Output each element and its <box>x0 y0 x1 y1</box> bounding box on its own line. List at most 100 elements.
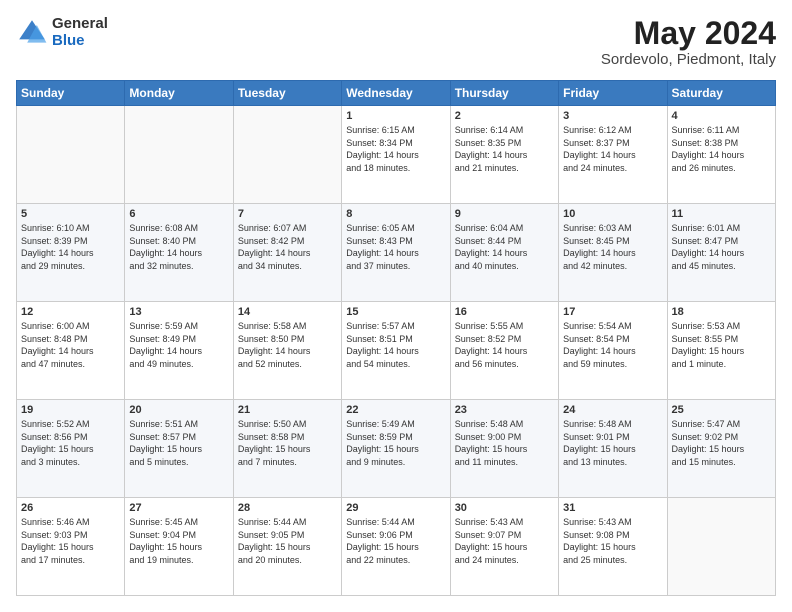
table-row: 9 Sunrise: 6:04 AM Sunset: 8:44 PM Daylig… <box>450 204 558 302</box>
day-number: 19 <box>21 404 120 416</box>
logo-blue-text: Blue <box>52 33 108 50</box>
table-row <box>17 106 125 204</box>
header-sunday: Sunday <box>17 81 125 106</box>
table-row: 24 Sunrise: 5:48 AM Sunset: 9:01 PM Dayli… <box>559 400 667 498</box>
header-thursday: Thursday <box>450 81 558 106</box>
day-info: Sunrise: 5:44 AM Sunset: 9:05 PM Dayligh… <box>238 516 337 566</box>
location: Sordevolo, Piedmont, Italy <box>601 51 776 68</box>
table-row <box>233 106 341 204</box>
day-info: Sunrise: 6:05 AM Sunset: 8:43 PM Dayligh… <box>346 222 445 272</box>
table-row: 23Sunrise: 5:48 AM Sunset: 9:00 PM Dayli… <box>450 400 558 498</box>
day-info: Sunrise: 6:08 AM Sunset: 8:40 PM Dayligh… <box>129 222 228 272</box>
table-row <box>125 106 233 204</box>
calendar-week-row: 19 Sunrise: 5:52 AM Sunset: 8:56 PM Dayli… <box>17 400 776 498</box>
table-row: 4Sunrise: 6:11 AM Sunset: 8:38 PM Daylig… <box>667 106 775 204</box>
day-info: Sunrise: 5:58 AM Sunset: 8:50 PM Dayligh… <box>238 320 337 370</box>
day-info: Sunrise: 6:01 AM Sunset: 8:47 PM Dayligh… <box>672 222 771 272</box>
table-row: 13 Sunrise: 5:59 AM Sunset: 8:49 PM Dayli… <box>125 302 233 400</box>
day-info: Sunrise: 5:43 AM Sunset: 9:07 PM Dayligh… <box>455 516 554 566</box>
day-info: Sunrise: 5:51 AM Sunset: 8:57 PM Dayligh… <box>129 418 228 468</box>
calendar-week-row: 1 Sunrise: 6:15 AM Sunset: 8:34 PM Daylig… <box>17 106 776 204</box>
header: General Blue May 2024 Sordevolo, Piedmon… <box>16 16 776 68</box>
table-row: 30 Sunrise: 5:43 AM Sunset: 9:07 PM Dayli… <box>450 498 558 596</box>
table-row: 19 Sunrise: 5:52 AM Sunset: 8:56 PM Dayli… <box>17 400 125 498</box>
day-number: 25 <box>672 404 771 416</box>
day-number: 22 <box>346 404 445 416</box>
day-info: Sunrise: 5:59 AM Sunset: 8:49 PM Dayligh… <box>129 320 228 370</box>
table-row: 15Sunrise: 5:57 AM Sunset: 8:51 PM Dayli… <box>342 302 450 400</box>
header-tuesday: Tuesday <box>233 81 341 106</box>
day-number: 13 <box>129 306 228 318</box>
table-row: 26 Sunrise: 5:46 AM Sunset: 9:03 PM Dayli… <box>17 498 125 596</box>
day-info: Sunrise: 5:46 AM Sunset: 9:03 PM Dayligh… <box>21 516 120 566</box>
calendar-week-row: 5 Sunrise: 6:10 AM Sunset: 8:39 PM Daylig… <box>17 204 776 302</box>
day-number: 14 <box>238 306 337 318</box>
table-row: 17 Sunrise: 5:54 AM Sunset: 8:54 PM Dayli… <box>559 302 667 400</box>
day-number: 6 <box>129 208 228 220</box>
day-info: Sunrise: 6:00 AM Sunset: 8:48 PM Dayligh… <box>21 320 120 370</box>
day-info: Sunrise: 6:07 AM Sunset: 8:42 PM Dayligh… <box>238 222 337 272</box>
day-info: Sunrise: 5:49 AM Sunset: 8:59 PM Dayligh… <box>346 418 445 468</box>
table-row: 1 Sunrise: 6:15 AM Sunset: 8:34 PM Daylig… <box>342 106 450 204</box>
table-row: 28 Sunrise: 5:44 AM Sunset: 9:05 PM Dayli… <box>233 498 341 596</box>
day-info: Sunrise: 5:52 AM Sunset: 8:56 PM Dayligh… <box>21 418 120 468</box>
day-number: 15 <box>346 306 445 318</box>
day-info: Sunrise: 5:44 AM Sunset: 9:06 PM Dayligh… <box>346 516 445 566</box>
day-info: Sunrise: 6:04 AM Sunset: 8:44 PM Dayligh… <box>455 222 554 272</box>
table-row: 22 Sunrise: 5:49 AM Sunset: 8:59 PM Dayli… <box>342 400 450 498</box>
day-number: 26 <box>21 502 120 514</box>
table-row: 27 Sunrise: 5:45 AM Sunset: 9:04 PM Dayli… <box>125 498 233 596</box>
day-number: 7 <box>238 208 337 220</box>
day-number: 11 <box>672 208 771 220</box>
table-row: 10 Sunrise: 6:03 AM Sunset: 8:45 PM Dayli… <box>559 204 667 302</box>
logo-text: General Blue <box>52 16 108 49</box>
day-info: Sunrise: 6:03 AM Sunset: 8:45 PM Dayligh… <box>563 222 662 272</box>
day-info: Sunrise: 5:50 AM Sunset: 8:58 PM Dayligh… <box>238 418 337 468</box>
day-info: Sunrise: 5:54 AM Sunset: 8:54 PM Dayligh… <box>563 320 662 370</box>
day-number: 30 <box>455 502 554 514</box>
day-number: 2 <box>455 110 554 122</box>
day-number: 18 <box>672 306 771 318</box>
day-number: 17 <box>563 306 662 318</box>
table-row: 21 Sunrise: 5:50 AM Sunset: 8:58 PM Dayli… <box>233 400 341 498</box>
day-number: 24 <box>563 404 662 416</box>
table-row: 5 Sunrise: 6:10 AM Sunset: 8:39 PM Daylig… <box>17 204 125 302</box>
table-row: 18Sunrise: 5:53 AM Sunset: 8:55 PM Dayli… <box>667 302 775 400</box>
logo: General Blue <box>16 16 108 49</box>
day-number: 21 <box>238 404 337 416</box>
calendar-week-row: 12Sunrise: 6:00 AM Sunset: 8:48 PM Dayli… <box>17 302 776 400</box>
header-friday: Friday <box>559 81 667 106</box>
day-number: 5 <box>21 208 120 220</box>
day-number: 9 <box>455 208 554 220</box>
day-info: Sunrise: 5:45 AM Sunset: 9:04 PM Dayligh… <box>129 516 228 566</box>
calendar-table: Sunday Monday Tuesday Wednesday Thursday… <box>16 80 776 596</box>
day-number: 27 <box>129 502 228 514</box>
table-row: 7 Sunrise: 6:07 AM Sunset: 8:42 PM Daylig… <box>233 204 341 302</box>
day-number: 20 <box>129 404 228 416</box>
day-info: Sunrise: 5:47 AM Sunset: 9:02 PM Dayligh… <box>672 418 771 468</box>
day-info: Sunrise: 6:10 AM Sunset: 8:39 PM Dayligh… <box>21 222 120 272</box>
day-info: Sunrise: 6:14 AM Sunset: 8:35 PM Dayligh… <box>455 124 554 174</box>
table-row: 6 Sunrise: 6:08 AM Sunset: 8:40 PM Daylig… <box>125 204 233 302</box>
day-info: Sunrise: 5:48 AM Sunset: 9:01 PM Dayligh… <box>563 418 662 468</box>
logo-general-text: General <box>52 16 108 33</box>
day-info: Sunrise: 6:15 AM Sunset: 8:34 PM Dayligh… <box>346 124 445 174</box>
table-row: 25 Sunrise: 5:47 AM Sunset: 9:02 PM Dayli… <box>667 400 775 498</box>
page: General Blue May 2024 Sordevolo, Piedmon… <box>0 0 792 612</box>
day-number: 1 <box>346 110 445 122</box>
table-row <box>667 498 775 596</box>
day-number: 31 <box>563 502 662 514</box>
day-number: 10 <box>563 208 662 220</box>
calendar-header-row: Sunday Monday Tuesday Wednesday Thursday… <box>17 81 776 106</box>
day-number: 28 <box>238 502 337 514</box>
table-row: 31Sunrise: 5:43 AM Sunset: 9:08 PM Dayli… <box>559 498 667 596</box>
day-info: Sunrise: 6:11 AM Sunset: 8:38 PM Dayligh… <box>672 124 771 174</box>
table-row: 3Sunrise: 6:12 AM Sunset: 8:37 PM Daylig… <box>559 106 667 204</box>
header-saturday: Saturday <box>667 81 775 106</box>
month-title: May 2024 <box>601 16 776 51</box>
table-row: 8Sunrise: 6:05 AM Sunset: 8:43 PM Daylig… <box>342 204 450 302</box>
day-info: Sunrise: 5:48 AM Sunset: 9:00 PM Dayligh… <box>455 418 554 468</box>
day-info: Sunrise: 5:55 AM Sunset: 8:52 PM Dayligh… <box>455 320 554 370</box>
day-number: 3 <box>563 110 662 122</box>
table-row: 20 Sunrise: 5:51 AM Sunset: 8:57 PM Dayli… <box>125 400 233 498</box>
